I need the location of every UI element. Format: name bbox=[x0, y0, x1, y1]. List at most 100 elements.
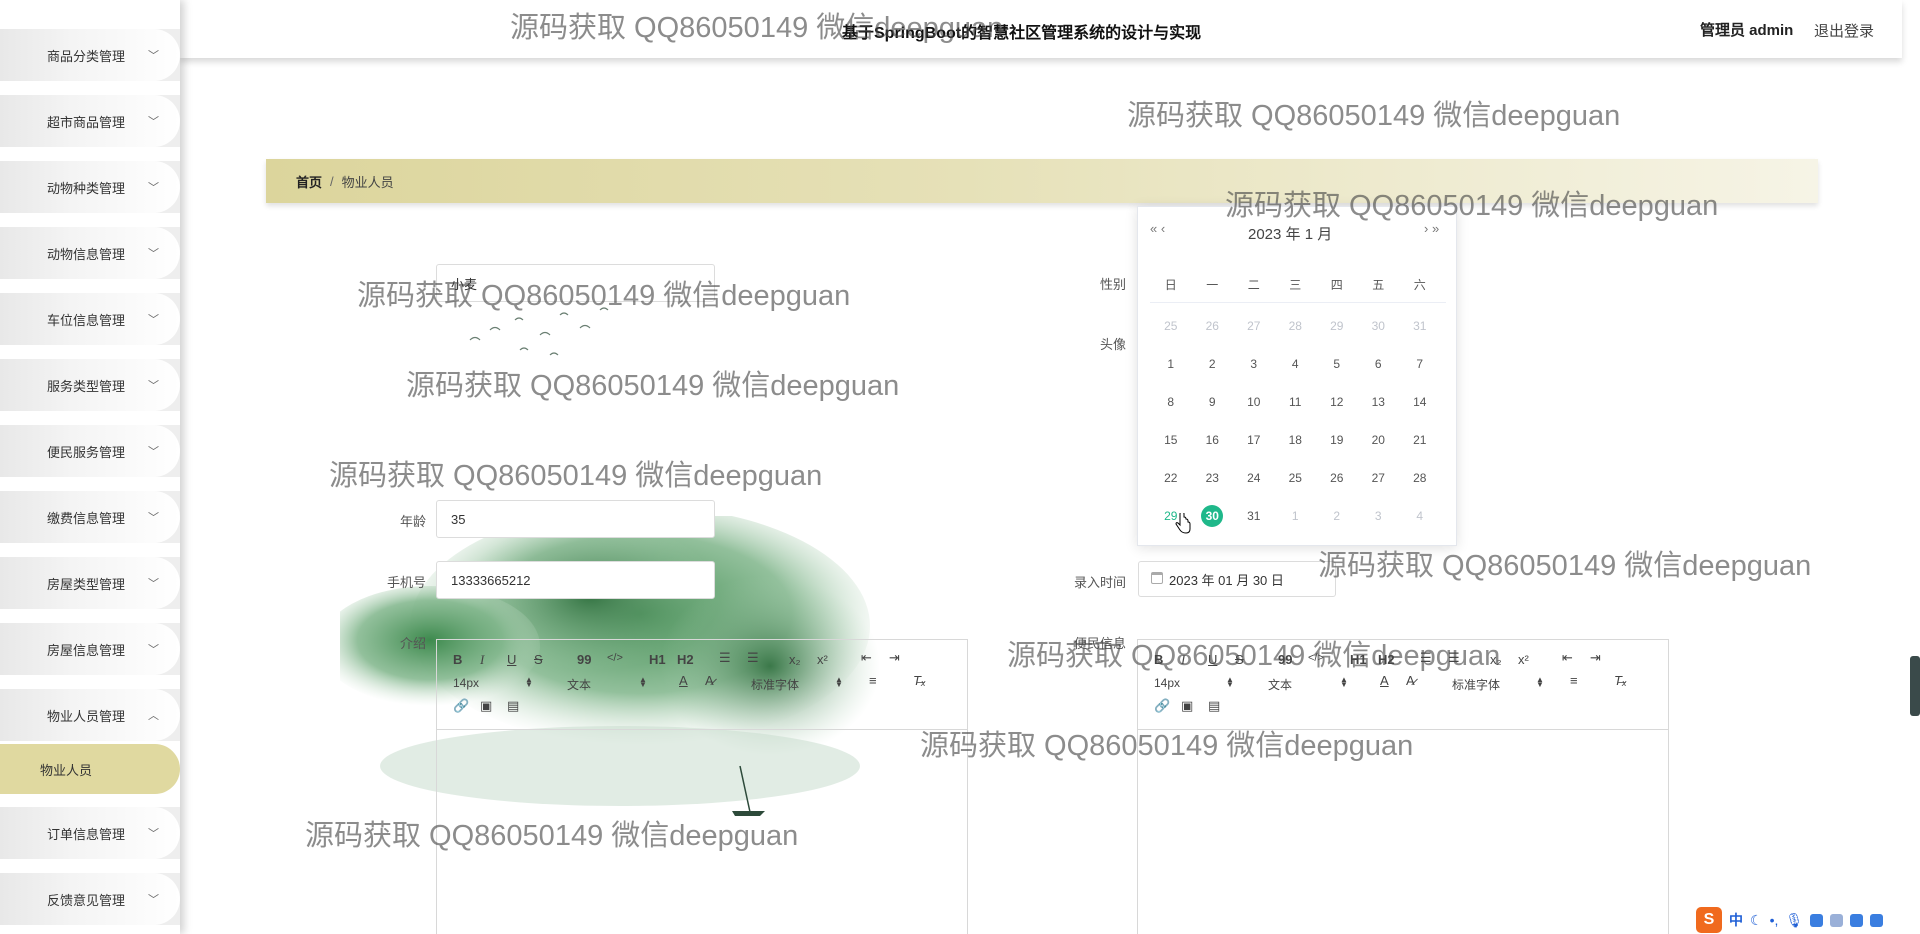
calendar-day[interactable]: 28 bbox=[1275, 315, 1317, 337]
clear-format-icon[interactable]: T̶ₓ bbox=[913, 673, 926, 688]
text-type-picker[interactable]: 文本 ▲ ▼ bbox=[567, 676, 651, 693]
calendar-day[interactable]: 10 bbox=[1233, 391, 1275, 413]
underline-button[interactable]: U bbox=[1208, 652, 1217, 667]
indent-icon[interactable]: ⇥ bbox=[889, 650, 900, 666]
image-icon[interactable]: ▣ bbox=[480, 698, 492, 714]
image-icon[interactable]: ▣ bbox=[1181, 698, 1193, 714]
calendar-day[interactable]: 26 bbox=[1192, 315, 1234, 337]
outdent-icon[interactable]: ⇤ bbox=[861, 650, 872, 666]
superscript-button[interactable]: x² bbox=[1518, 652, 1529, 667]
calendar-day[interactable]: 6 bbox=[1358, 353, 1400, 375]
breadcrumb-home[interactable]: 首页 bbox=[296, 172, 322, 191]
calendar-day[interactable]: 14 bbox=[1399, 391, 1441, 413]
calendar-day[interactable]: 24 bbox=[1233, 467, 1275, 489]
calendar-day[interactable]: 28 bbox=[1399, 467, 1441, 489]
next-month-next-year-icon[interactable]: › » bbox=[1424, 221, 1439, 236]
entry-time-picker[interactable]: 2023 年 01 月 30 日 bbox=[1138, 561, 1336, 597]
h1-button[interactable]: H1 bbox=[1350, 652, 1367, 667]
calendar-day[interactable]: 22 bbox=[1150, 467, 1192, 489]
calendar-day[interactable]: 25 bbox=[1150, 315, 1192, 337]
align-icon[interactable]: ≡ bbox=[1570, 673, 1578, 688]
other-info-editor[interactable]: B I U S 99 </> H1 H2 ☰ ☰ x₂ x² ⇤ ⇥ 14px ▲… bbox=[1137, 639, 1669, 934]
calendar-day[interactable]: 31 bbox=[1233, 505, 1275, 527]
text-type-picker[interactable]: 文本 ▲ ▼ bbox=[1268, 676, 1352, 693]
age-input[interactable] bbox=[436, 500, 715, 538]
underline-button[interactable]: U bbox=[507, 652, 516, 667]
calendar-day[interactable]: 4 bbox=[1275, 353, 1317, 375]
sidebar-item-property-staff[interactable]: 物业人员管理 ︿ bbox=[0, 689, 180, 741]
sidebar-item-supermarket-goods[interactable]: 超市商品管理 ﹀ bbox=[0, 95, 180, 147]
strike-button[interactable]: S bbox=[534, 652, 543, 667]
sidebar-item-parking[interactable]: 车位信息管理 ﹀ bbox=[0, 293, 180, 345]
calendar-day[interactable]: 18 bbox=[1275, 429, 1317, 451]
calendar-day[interactable]: 30 bbox=[1358, 315, 1400, 337]
name-input[interactable] bbox=[436, 264, 715, 302]
calendar-day[interactable]: 21 bbox=[1399, 429, 1441, 451]
italic-button[interactable]: I bbox=[1181, 652, 1185, 668]
calendar-day-selected[interactable]: 30 bbox=[1192, 505, 1234, 527]
calendar-day[interactable]: 8 bbox=[1150, 391, 1192, 413]
clear-format-icon[interactable]: T̶ₓ bbox=[1614, 673, 1627, 688]
indent-icon[interactable]: ⇥ bbox=[1590, 650, 1601, 666]
subscript-button[interactable]: x₂ bbox=[789, 652, 801, 667]
font-size-picker[interactable]: 14px ▲ ▼ bbox=[1154, 676, 1238, 691]
sidebar-item-service-type[interactable]: 服务类型管理 ﹀ bbox=[0, 359, 180, 411]
h2-button[interactable]: H2 bbox=[677, 652, 694, 667]
link-icon[interactable]: 🔗 bbox=[1154, 698, 1170, 714]
h1-button[interactable]: H1 bbox=[649, 652, 666, 667]
calendar-day[interactable]: 12 bbox=[1316, 391, 1358, 413]
calendar-day[interactable]: 11 bbox=[1275, 391, 1317, 413]
shirt-icon[interactable] bbox=[1850, 913, 1864, 927]
code-button[interactable]: </> bbox=[607, 652, 623, 664]
bullet-list-icon[interactable]: ☰ bbox=[747, 650, 759, 666]
link-icon[interactable]: 🔗 bbox=[453, 698, 469, 714]
calendar-day[interactable]: 5 bbox=[1316, 353, 1358, 375]
sidebar-item-product-category[interactable]: 商品分类管理 ﹀ bbox=[0, 29, 180, 81]
user-icon[interactable] bbox=[1830, 913, 1844, 927]
italic-button[interactable]: I bbox=[480, 652, 484, 668]
phone-input[interactable] bbox=[436, 561, 715, 599]
ordered-list-icon[interactable]: ☰ bbox=[719, 650, 731, 666]
sidebar-item-feedback[interactable]: 反馈意见管理 ﹀ bbox=[0, 873, 180, 925]
font-size-picker[interactable]: 14px ▲ ▼ bbox=[453, 676, 537, 691]
calendar-day[interactable]: 23 bbox=[1192, 467, 1234, 489]
code-button[interactable]: </> bbox=[1308, 652, 1324, 664]
bold-button[interactable]: B bbox=[1154, 652, 1163, 667]
punctuation-icon[interactable]: •, bbox=[1770, 912, 1779, 928]
ordered-list-icon[interactable]: ☰ bbox=[1420, 650, 1432, 666]
calendar-day[interactable]: 19 bbox=[1316, 429, 1358, 451]
background-color-icon[interactable]: A̷ bbox=[1406, 673, 1415, 688]
sidebar-item-house-type[interactable]: 房屋类型管理 ﹀ bbox=[0, 557, 180, 609]
side-scroll-handle[interactable] bbox=[1910, 656, 1920, 716]
calendar-day[interactable]: 1 bbox=[1150, 353, 1192, 375]
sidebar-item-animal-info[interactable]: 动物信息管理 ﹀ bbox=[0, 227, 180, 279]
sidebar-item-convenience-service[interactable]: 便民服务管理 ﹀ bbox=[0, 425, 180, 477]
calendar-day[interactable]: 2 bbox=[1316, 505, 1358, 527]
ime-mode-toggle[interactable]: 中 bbox=[1729, 910, 1743, 930]
video-icon[interactable]: ▤ bbox=[1208, 698, 1220, 714]
ime-logo-icon[interactable]: S bbox=[1696, 907, 1722, 933]
calendar-day[interactable]: 27 bbox=[1233, 315, 1275, 337]
calendar-day[interactable]: 4 bbox=[1399, 505, 1441, 527]
calendar-day[interactable]: 3 bbox=[1358, 505, 1400, 527]
bold-button[interactable]: B bbox=[453, 652, 462, 667]
align-icon[interactable]: ≡ bbox=[869, 673, 877, 688]
calendar-day[interactable]: 1 bbox=[1275, 505, 1317, 527]
subscript-button[interactable]: x₂ bbox=[1490, 652, 1502, 667]
logout-link[interactable]: 退出登录 bbox=[1814, 20, 1874, 41]
font-family-picker[interactable]: 标准字体 ▲ ▼ bbox=[1452, 676, 1546, 693]
font-color-icon[interactable]: A bbox=[679, 673, 688, 688]
calendar-day[interactable]: 25 bbox=[1275, 467, 1317, 489]
font-color-icon[interactable]: A bbox=[1380, 673, 1389, 688]
strike-button[interactable]: S bbox=[1235, 652, 1244, 667]
superscript-button[interactable]: x² bbox=[817, 652, 828, 667]
submenu-item-property-staff[interactable]: 物业人员 bbox=[0, 744, 180, 794]
blockquote-button[interactable]: 99 bbox=[1278, 652, 1292, 667]
calendar-day[interactable]: 15 bbox=[1150, 429, 1192, 451]
calendar-day[interactable]: 9 bbox=[1192, 391, 1234, 413]
sidebar-item-orders[interactable]: 订单信息管理 ﹀ bbox=[0, 807, 180, 859]
sidebar-item-payment-info[interactable]: 缴费信息管理 ﹀ bbox=[0, 491, 180, 543]
keyboard-icon[interactable] bbox=[1810, 913, 1824, 927]
calendar-day[interactable]: 3 bbox=[1233, 353, 1275, 375]
prev-year-prev-month-icon[interactable]: « ‹ bbox=[1150, 221, 1165, 236]
